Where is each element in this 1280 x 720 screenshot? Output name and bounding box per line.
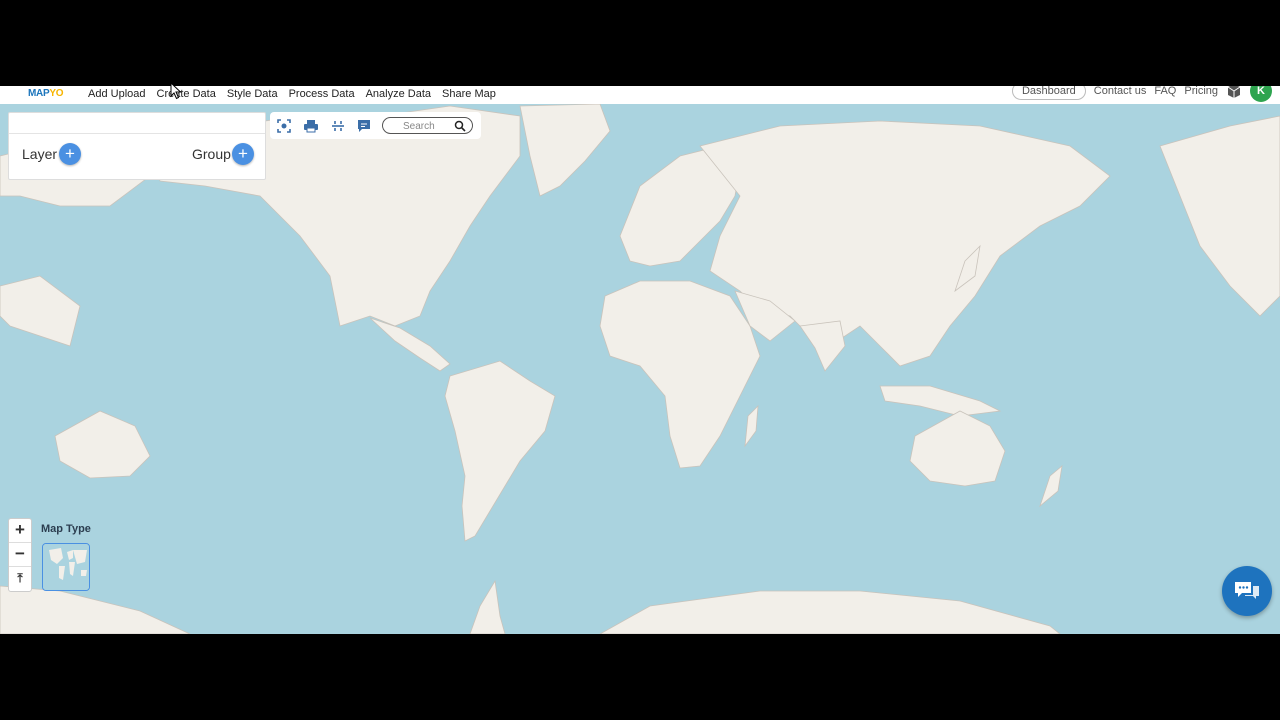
map-type-preview xyxy=(43,544,89,590)
letterbox-bottom xyxy=(0,634,1280,720)
menu-process-data[interactable]: Process Data xyxy=(289,88,355,100)
layer-panel: Layer + Group + xyxy=(8,112,266,180)
group-label: Group xyxy=(192,146,231,162)
map-toolbar xyxy=(270,112,481,139)
panel-divider xyxy=(9,133,265,134)
menu-share-map[interactable]: Share Map xyxy=(442,88,496,100)
zoom-out-button[interactable]: − xyxy=(9,543,31,567)
reset-north-button[interactable]: ⤒ xyxy=(9,567,31,591)
measure-icon[interactable] xyxy=(330,118,346,134)
chat-icon xyxy=(1235,582,1259,599)
zoom-in-button[interactable]: + xyxy=(9,519,31,543)
dashboard-button[interactable]: Dashboard xyxy=(1011,86,1086,100)
add-group-button[interactable]: + xyxy=(232,143,254,165)
focus-icon[interactable] xyxy=(276,118,292,134)
mouse-cursor-icon xyxy=(170,82,182,100)
menu-create-data[interactable]: Create Data xyxy=(157,88,216,100)
search-input[interactable] xyxy=(403,119,453,133)
nav-right: Dashboard Contact us FAQ Pricing K xyxy=(1011,86,1272,102)
cube-icon[interactable] xyxy=(1226,86,1242,99)
user-avatar[interactable]: K xyxy=(1250,86,1272,102)
chat-button[interactable] xyxy=(1222,566,1272,616)
print-icon[interactable] xyxy=(303,118,319,134)
map-app: MAPYO Add Upload Create Data Style Data … xyxy=(0,86,1280,634)
map-type-label: Map Type xyxy=(41,523,91,535)
layer-label: Layer xyxy=(22,146,58,162)
faq-link[interactable]: FAQ xyxy=(1154,86,1176,97)
contact-link[interactable]: Contact us xyxy=(1094,86,1147,97)
menu-add-upload[interactable]: Add Upload xyxy=(88,88,146,100)
comment-icon[interactable] xyxy=(356,118,372,134)
top-nav-bar: MAPYO Add Upload Create Data Style Data … xyxy=(0,86,1280,104)
app-logo[interactable]: MAPYO xyxy=(28,88,63,99)
add-layer-button[interactable]: + xyxy=(59,143,81,165)
search-icon[interactable] xyxy=(454,120,466,132)
map-type-thumbnail[interactable] xyxy=(42,543,90,591)
menu-analyze-data[interactable]: Analyze Data xyxy=(366,88,431,100)
zoom-control: + − ⤒ xyxy=(8,518,32,592)
pricing-link[interactable]: Pricing xyxy=(1184,86,1218,97)
search-box[interactable] xyxy=(382,117,473,134)
main-menu: Add Upload Create Data Style Data Proces… xyxy=(88,88,496,100)
menu-style-data[interactable]: Style Data xyxy=(227,88,278,100)
letterbox-top xyxy=(0,0,1280,86)
